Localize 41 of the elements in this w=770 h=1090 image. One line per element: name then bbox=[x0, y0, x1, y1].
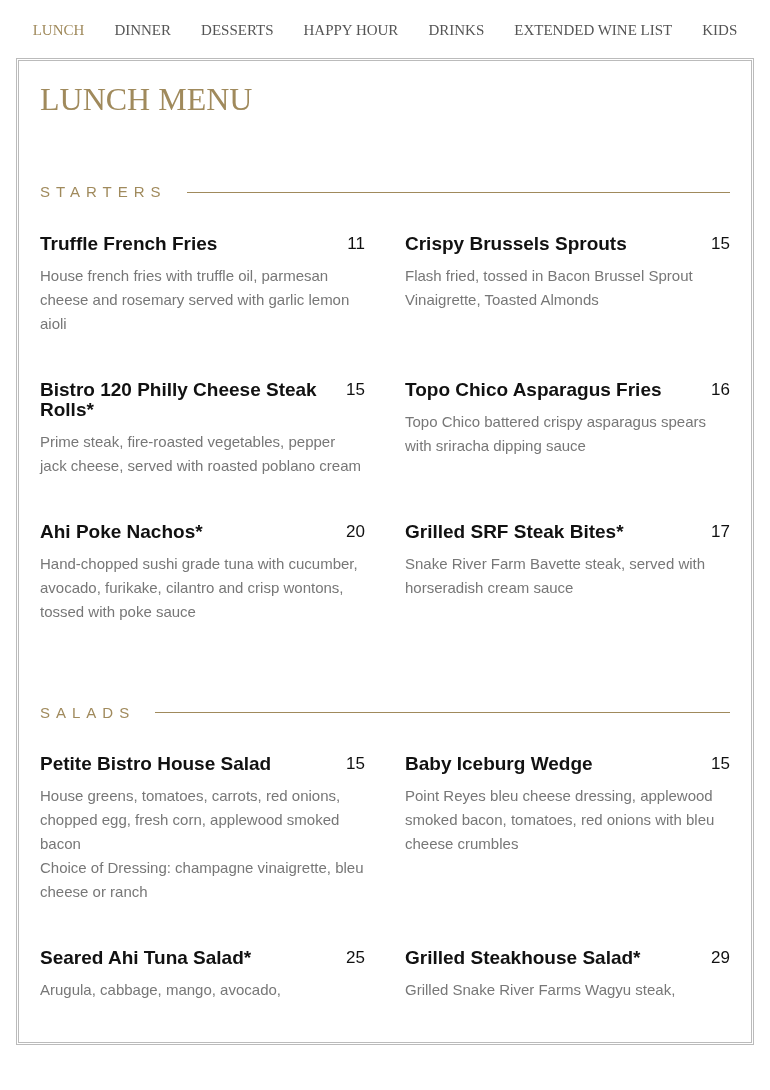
dish-description: House french fries with truffle oil, parmesan cheese and rosemary served with garlic lemon aioli bbox=[40, 265, 351, 334]
dish-name: Seared Ahi Tuna Salad* bbox=[40, 948, 252, 968]
dish-name: Ahi Poke Nachos* bbox=[40, 521, 203, 542]
menu-tab[interactable]: DINNER bbox=[114, 18, 172, 42]
dish-name: Bistro 120 Philly Cheese Steak Rolls* bbox=[40, 379, 318, 420]
dish-name: Crispy Brussels Sprouts bbox=[405, 233, 627, 254]
dish-description: Point Reyes bleu cheese dressing, applewood smoked bacon, tomatoes, red onions with bleu cheese crumbles bbox=[405, 786, 716, 854]
dish-price: 17 bbox=[711, 521, 730, 542]
dish-description: Topo Chico battered crispy asparagus spears with sriracha dipping sauce bbox=[405, 411, 707, 456]
dish-price: 15 bbox=[711, 754, 730, 774]
menu-title: LUNCH MENU bbox=[40, 80, 254, 119]
menu-tab[interactable]: DRINKS bbox=[428, 18, 485, 42]
dish-price: 15 bbox=[346, 754, 365, 774]
menu-tab[interactable]: KIDS bbox=[702, 18, 738, 42]
menu-tab[interactable]: DESSERTS bbox=[201, 18, 274, 42]
dish-description: Arugula, cabbage, mango, avocado, bbox=[40, 980, 282, 1000]
dish-price: 15 bbox=[711, 233, 730, 254]
dish-price: 29 bbox=[711, 948, 730, 968]
dish-description: Flash fried, tossed in Bacon Brussel Sprout Vinaigrette, Toasted Almonds bbox=[405, 265, 694, 310]
dish-description: Grilled Snake River Farms Wagyu steak, bbox=[405, 980, 677, 1000]
dish-price: 11 bbox=[347, 233, 365, 254]
dish-name: Truffle French Fries bbox=[40, 233, 218, 254]
dish-description: House greens, tomatoes, carrots, red onions, chopped egg, fresh corn, applewood smoked bacon bbox=[40, 786, 342, 854]
menu-tab[interactable]: LUNCH bbox=[32, 18, 85, 42]
dish-name: Topo Chico Asparagus Fries bbox=[405, 379, 662, 400]
dish-description: Snake River Farm Bavette steak, served with horseradish cream sauce bbox=[405, 553, 707, 598]
dish-price: 20 bbox=[346, 521, 365, 542]
section-heading: STARTERS bbox=[40, 182, 167, 202]
dish-name: Petite Bistro House Salad bbox=[40, 754, 272, 774]
dish-description: Prime steak, fire-roasted vegetables, pepper jack cheese, served with roasted poblano cream bbox=[40, 431, 362, 476]
section-heading: SALADS bbox=[40, 702, 136, 723]
dish-price: 25 bbox=[346, 948, 365, 968]
dish-name: Baby Iceburg Wedge bbox=[405, 754, 593, 774]
dish-price: 16 bbox=[711, 379, 730, 400]
dish-description: Hand-chopped sushi grade tuna with cucumber, avocado, furikake, cilantro and crisp wontons, tossed with poke sauce bbox=[40, 553, 359, 622]
dish-description: Choice of Dressing: champagne vinaigrette, bleu cheese or ranch bbox=[40, 858, 365, 902]
dish-price: 15 bbox=[346, 379, 365, 400]
dish-name: Grilled Steakhouse Salad* bbox=[405, 948, 641, 968]
menu-tab[interactable]: EXTENDED WINE LIST bbox=[514, 18, 673, 42]
dish-name: Grilled SRF Steak Bites* bbox=[405, 521, 624, 542]
menu-tab[interactable]: HAPPY HOUR bbox=[303, 18, 399, 42]
